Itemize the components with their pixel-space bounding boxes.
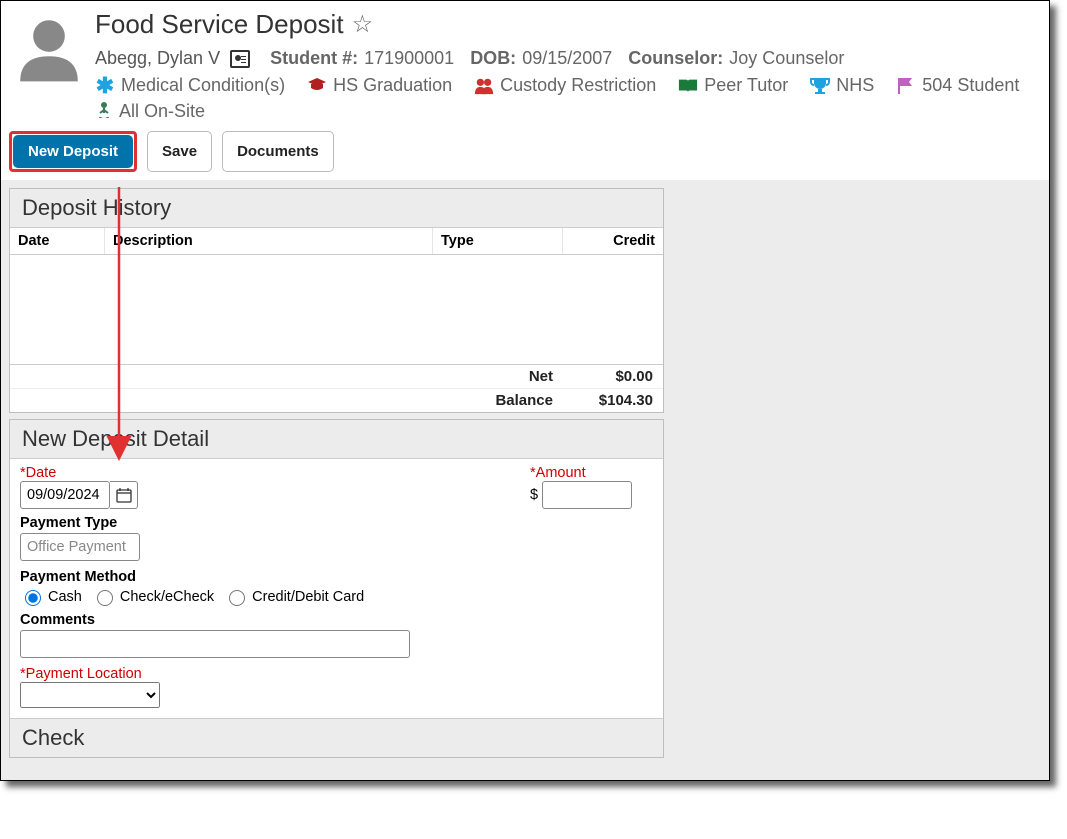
id-card-icon[interactable]: [230, 50, 250, 68]
pm-check-option[interactable]: Check/eCheck: [92, 587, 214, 606]
flag-nhs[interactable]: NHS: [810, 75, 874, 96]
highlight-new-deposit: New Deposit: [9, 131, 137, 172]
net-value: $0.00: [563, 365, 663, 388]
payment-location-select[interactable]: [20, 682, 160, 708]
check-section-header: Check: [10, 718, 663, 757]
student-number-label: Student #:: [270, 48, 358, 69]
flag-504-label: 504 Student: [922, 75, 1019, 96]
flag-medical[interactable]: ✱ Medical Condition(s): [95, 75, 285, 96]
net-label: Net: [10, 365, 563, 388]
flag-icon: [896, 76, 916, 96]
new-deposit-button[interactable]: New Deposit: [13, 135, 133, 168]
pm-card-option[interactable]: Credit/Debit Card: [224, 587, 364, 606]
calendar-button[interactable]: [110, 481, 138, 509]
pm-check-label: Check/eCheck: [120, 589, 214, 605]
flag-peer-tutor[interactable]: Peer Tutor: [678, 75, 788, 96]
amount-input[interactable]: [542, 481, 632, 509]
page-title: Food Service Deposit: [95, 9, 344, 40]
date-label: *Date: [20, 465, 490, 481]
pm-cash-radio[interactable]: [25, 590, 41, 606]
payment-type-label: Payment Type: [20, 515, 490, 531]
flag-hs-grad[interactable]: HS Graduation: [307, 75, 452, 96]
col-credit[interactable]: Credit: [563, 228, 663, 254]
documents-button[interactable]: Documents: [222, 131, 334, 172]
col-description[interactable]: Description: [105, 228, 433, 254]
pm-card-radio[interactable]: [229, 590, 245, 606]
trophy-icon: [810, 76, 830, 96]
deposit-history-title: Deposit History: [10, 189, 663, 228]
flag-504[interactable]: 504 Student: [896, 75, 1019, 96]
calendar-icon: [116, 487, 132, 503]
payment-location-label: *Payment Location: [20, 666, 490, 682]
comments-input[interactable]: [20, 630, 410, 658]
pm-cash-option[interactable]: Cash: [20, 587, 82, 606]
toolbar: New Deposit Save Documents: [1, 127, 1049, 180]
new-deposit-detail-title: New Deposit Detail: [10, 420, 663, 459]
flag-peer-tutor-label: Peer Tutor: [704, 75, 788, 96]
deposit-history-body: [10, 255, 663, 365]
flag-medical-label: Medical Condition(s): [121, 75, 285, 96]
col-date[interactable]: Date: [10, 228, 105, 254]
pm-cash-label: Cash: [48, 589, 82, 605]
asterisk-icon: ✱: [95, 76, 115, 96]
favorite-star-icon[interactable]: ☆: [352, 10, 374, 39]
payment-type-input: [20, 533, 140, 561]
student-name: Abegg, Dylan V: [95, 48, 220, 69]
counselor-label: Counselor:: [628, 48, 723, 69]
new-deposit-detail-panel: New Deposit Detail *Date Payment Type: [9, 419, 664, 758]
flag-nhs-label: NHS: [836, 75, 874, 96]
amount-label: *Amount: [530, 465, 632, 481]
status-onsite: All On-Site: [119, 101, 205, 122]
flag-custody[interactable]: Custody Restriction: [474, 75, 656, 96]
comments-label: Comments: [20, 612, 490, 628]
date-input[interactable]: [20, 481, 110, 509]
student-number: 171900001: [364, 48, 454, 69]
people-icon: [474, 76, 494, 96]
onsite-icon: [95, 100, 113, 123]
balance-label: Balance: [10, 389, 563, 412]
flag-custody-label: Custody Restriction: [500, 75, 656, 96]
flag-hs-grad-label: HS Graduation: [333, 75, 452, 96]
graduation-icon: [307, 76, 327, 96]
amount-prefix: $: [530, 487, 538, 503]
dob-label: DOB:: [470, 48, 516, 69]
col-type[interactable]: Type: [433, 228, 563, 254]
balance-value: $104.30: [563, 389, 663, 412]
dob-value: 09/15/2007: [522, 48, 612, 69]
deposit-history-panel: Deposit History Date Description Type Cr…: [9, 188, 664, 413]
save-button[interactable]: Save: [147, 131, 212, 172]
pm-card-label: Credit/Debit Card: [252, 589, 364, 605]
payment-method-label: Payment Method: [20, 569, 490, 585]
deposit-history-header-row: Date Description Type Credit: [10, 228, 663, 255]
book-icon: [678, 76, 698, 96]
avatar: [13, 13, 85, 85]
pm-check-radio[interactable]: [97, 590, 113, 606]
counselor-value: Joy Counselor: [729, 48, 844, 69]
